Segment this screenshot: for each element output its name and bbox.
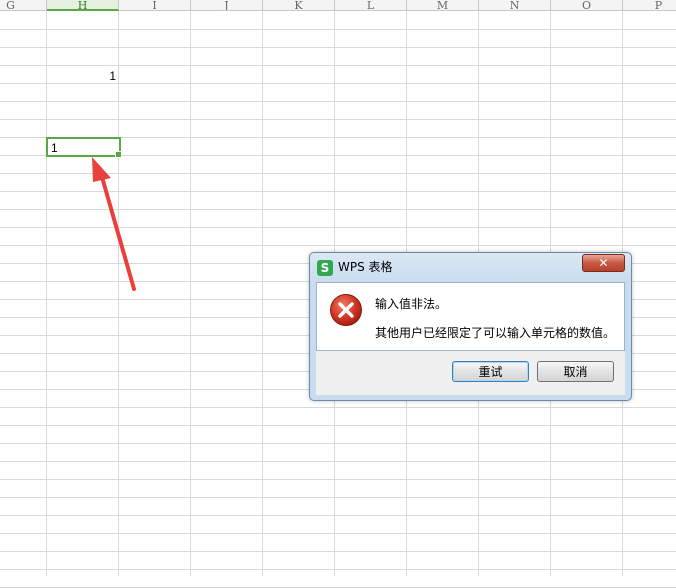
column-gridline bbox=[262, 11, 263, 576]
row-gridline bbox=[0, 245, 676, 246]
column-header-g[interactable]: G bbox=[0, 0, 47, 11]
row-gridline bbox=[0, 443, 676, 444]
wps-spreadsheet-icon: S bbox=[317, 260, 333, 276]
active-cell[interactable]: 1 bbox=[46, 137, 122, 158]
row-gridline bbox=[0, 497, 676, 498]
error-dialog: S WPS 表格 ✕ 输入值非法。 其他用户已经限定了可以输入单元格的数值。 重… bbox=[309, 252, 632, 401]
dialog-button-row: 重试 取消 bbox=[316, 351, 625, 395]
dialog-title-bar[interactable]: S WPS 表格 ✕ bbox=[310, 253, 631, 279]
error-message-title: 输入值非法。 bbox=[375, 297, 448, 311]
close-button[interactable]: ✕ bbox=[582, 254, 625, 272]
row-gridline bbox=[0, 425, 676, 426]
row-gridline bbox=[0, 227, 676, 228]
row-gridline bbox=[0, 47, 676, 48]
column-header-i[interactable]: I bbox=[119, 0, 191, 11]
retry-button[interactable]: 重试 bbox=[452, 361, 529, 382]
dialog-body: 输入值非法。 其他用户已经限定了可以输入单元格的数值。 bbox=[316, 282, 625, 351]
dialog-title: WPS 表格 bbox=[338, 260, 393, 274]
column-header-n[interactable]: N bbox=[479, 0, 551, 11]
row-gridline bbox=[0, 407, 676, 408]
row-gridline bbox=[0, 101, 676, 102]
column-gridline bbox=[46, 11, 47, 576]
column-header-k[interactable]: K bbox=[263, 0, 335, 11]
column-header-j[interactable]: J bbox=[191, 0, 263, 11]
row-gridline bbox=[0, 173, 676, 174]
row-gridline bbox=[0, 461, 676, 462]
fill-handle[interactable] bbox=[115, 151, 122, 158]
row-gridline bbox=[0, 569, 676, 570]
row-gridline bbox=[0, 119, 676, 120]
column-header-l[interactable]: L bbox=[335, 0, 407, 11]
cancel-button[interactable]: 取消 bbox=[537, 361, 614, 382]
row-gridline bbox=[0, 479, 676, 480]
column-header-h[interactable]: H bbox=[47, 0, 119, 11]
active-cell-value: 1 bbox=[51, 141, 58, 155]
row-gridline bbox=[0, 515, 676, 516]
row-gridline bbox=[0, 29, 676, 30]
column-header-p[interactable]: P bbox=[623, 0, 676, 11]
row-gridline bbox=[0, 191, 676, 192]
cell-h4[interactable]: 1 bbox=[48, 66, 116, 86]
row-gridline bbox=[0, 209, 676, 210]
column-gridline bbox=[190, 11, 191, 576]
row-gridline bbox=[0, 551, 676, 552]
close-icon: ✕ bbox=[598, 256, 609, 270]
column-header-o[interactable]: O bbox=[551, 0, 623, 11]
column-header-m[interactable]: M bbox=[407, 0, 479, 11]
error-message-detail: 其他用户已经限定了可以输入单元格的数值。 bbox=[375, 326, 616, 340]
row-gridline bbox=[0, 533, 676, 534]
error-x-circle-icon bbox=[330, 294, 362, 326]
column-gridline bbox=[118, 11, 119, 576]
